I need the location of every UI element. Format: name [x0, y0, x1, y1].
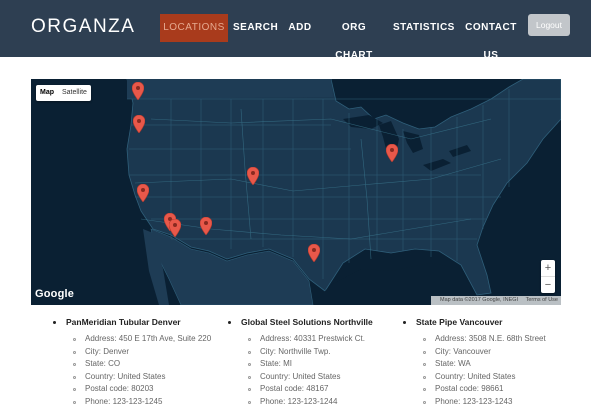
logout-button[interactable]: Logout: [528, 14, 570, 36]
map-pin-icon[interactable]: [200, 217, 212, 235]
map-pin-icon[interactable]: [247, 167, 259, 185]
nav-search[interactable]: SEARCH: [233, 14, 277, 42]
location-city: City: Denver: [53, 346, 223, 359]
location-address: Address: 40331 Prestwick Ct.: [228, 333, 398, 346]
location-address: Address: 450 E 17th Ave, Suite 220: [53, 333, 223, 346]
map-data-text: Map data ©2017 Google, INEGI: [440, 297, 518, 303]
nav-contact-us[interactable]: CONTACT US: [458, 14, 524, 42]
brand-logo[interactable]: ORGANZA: [31, 16, 135, 38]
location-phone: Phone: 123-123-1244: [228, 396, 398, 408]
map-type-map-button[interactable]: Map: [36, 85, 58, 101]
google-logo[interactable]: Google: [35, 288, 74, 300]
map-pin-icon[interactable]: [132, 82, 144, 100]
location-state: State: WA: [403, 358, 573, 371]
location-postal-code: Postal code: 98661: [403, 383, 573, 396]
zoom-out-button[interactable]: −: [541, 277, 555, 293]
map-pin-icon[interactable]: [308, 244, 320, 262]
nav-locations[interactable]: LOCATIONS: [160, 14, 228, 42]
location-phone: Phone: 123-123-1243: [403, 396, 573, 408]
location-city: City: Northville Twp.: [228, 346, 398, 359]
location-country: Country: United States: [403, 371, 573, 384]
location-country: Country: United States: [228, 371, 398, 384]
location-card-vancouver: State Pipe Vancouver Address: 3508 N.E. …: [403, 316, 573, 408]
map-pin-icon[interactable]: [169, 219, 181, 237]
location-name[interactable]: Global Steel Solutions Northville: [228, 316, 398, 329]
map-type-control: Map Satellite: [36, 85, 91, 101]
map-type-satellite-button[interactable]: Satellite: [58, 85, 91, 101]
map-pin-icon[interactable]: [133, 115, 145, 133]
nav-org-chart[interactable]: ORG CHART: [323, 14, 385, 42]
location-state: State: MI: [228, 358, 398, 371]
map-attribution: Map data ©2017 Google, INEGI Terms of Us…: [431, 296, 561, 305]
location-state: State: CO: [53, 358, 223, 371]
location-card-denver: PanMeridian Tubular Denver Address: 450 …: [53, 316, 223, 408]
location-country: Country: United States: [53, 371, 223, 384]
terms-of-use-link[interactable]: Terms of Use: [526, 297, 558, 303]
location-postal-code: Postal code: 80203: [53, 383, 223, 396]
top-navbar: ORGANZA LOCATIONS SEARCH ADD ORG CHART S…: [0, 0, 591, 57]
map-view[interactable]: Map Satellite + − Google Map data ©2017 …: [31, 79, 561, 305]
location-address: Address: 3508 N.E. 68th Street: [403, 333, 573, 346]
nav-add[interactable]: ADD: [285, 14, 315, 42]
location-name[interactable]: PanMeridian Tubular Denver: [53, 316, 223, 329]
location-name[interactable]: State Pipe Vancouver: [403, 316, 573, 329]
map-background: [31, 79, 561, 305]
zoom-control: + −: [541, 260, 555, 293]
map-pin-icon[interactable]: [386, 144, 398, 162]
location-postal-code: Postal code: 48167: [228, 383, 398, 396]
nav-statistics[interactable]: STATISTICS: [393, 14, 449, 42]
zoom-in-button[interactable]: +: [541, 260, 555, 276]
map-pin-icon[interactable]: [137, 184, 149, 202]
location-city: City: Vancouver: [403, 346, 573, 359]
location-phone: Phone: 123-123-1245: [53, 396, 223, 408]
location-card-northville: Global Steel Solutions Northville Addres…: [228, 316, 398, 408]
